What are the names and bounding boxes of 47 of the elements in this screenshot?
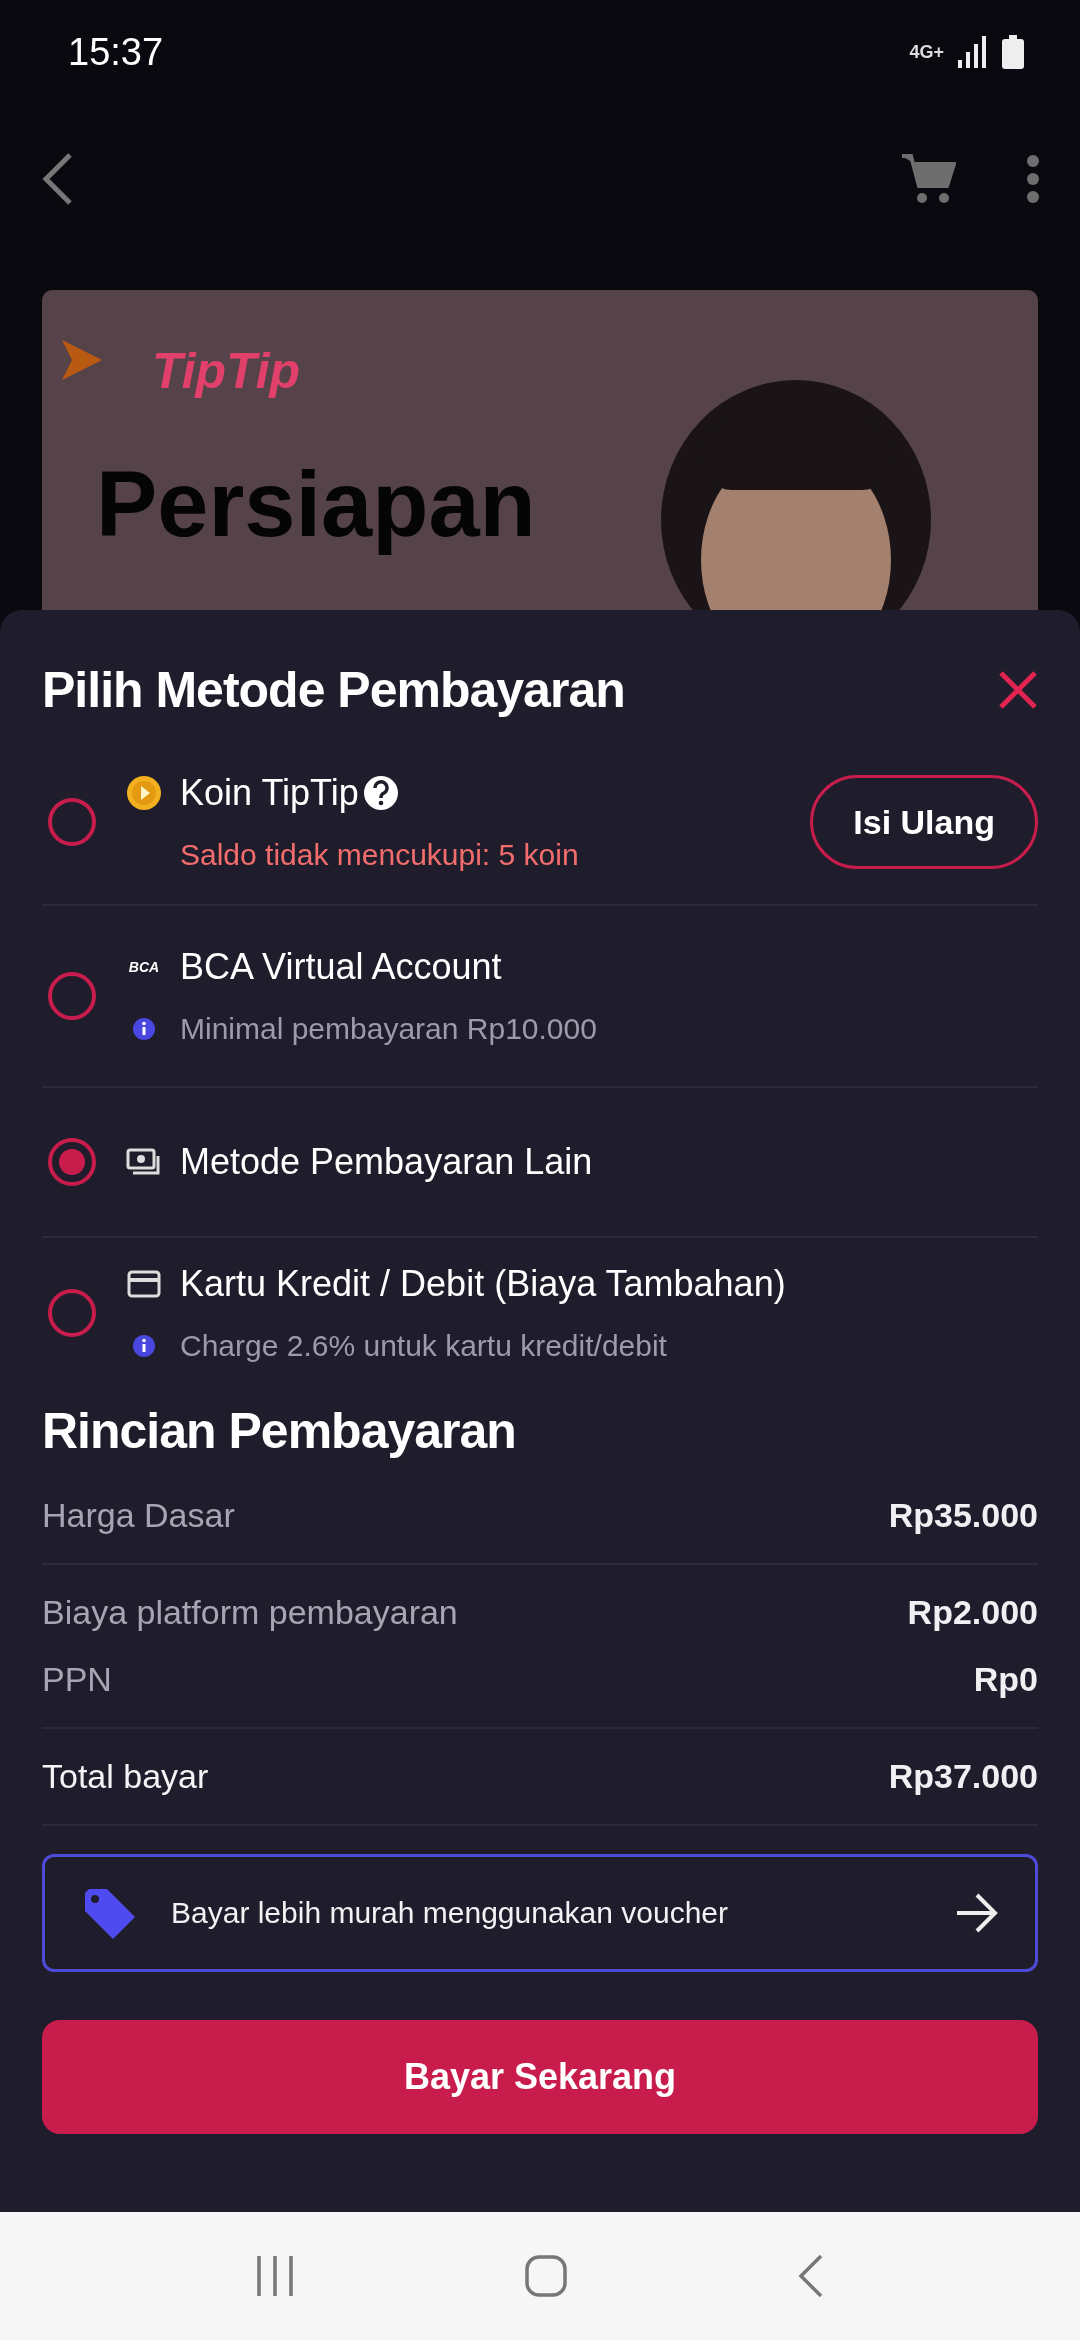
payment-option[interactable]: BCA BCA Virtual Account Minimal pembayaran Rp10.000 [42, 906, 1038, 1088]
coin-icon [126, 775, 162, 811]
method-note: Charge 2.6% untuk kartu kredit/debit [180, 1329, 667, 1363]
method-note: Saldo tidak mencukupi: 5 koin [180, 838, 579, 872]
method-label: BCA Virtual Account [180, 946, 502, 988]
method-label: Koin TipTip [180, 772, 359, 814]
price-value: Rp0 [973, 1660, 1038, 1699]
method-label: Kartu Kredit / Debit (Biaya Tambahan) [180, 1263, 786, 1305]
cart-icon[interactable] [900, 152, 956, 206]
price-value: Rp2.000 [907, 1593, 1038, 1632]
price-label: Harga Dasar [42, 1496, 235, 1535]
payment-option[interactable]: Koin TipTip Saldo tidak mencukupi: 5 koin Isi Ulang [42, 740, 1038, 906]
radio-button[interactable] [48, 972, 96, 1020]
price-label: Biaya platform pembayaran [42, 1593, 458, 1632]
payment-option[interactable]: Metode Pembayaran Lain [42, 1088, 1038, 1238]
method-label: Metode Pembayaran Lain [180, 1141, 593, 1183]
status-time: 15:37 [68, 30, 164, 74]
help-icon[interactable] [362, 775, 399, 811]
banner-title: Persiapan [96, 452, 536, 557]
arrow-icon [955, 1893, 999, 1933]
info-icon [132, 1334, 156, 1358]
brand-logo: TipTip [152, 342, 301, 400]
payment-option[interactable]: Kartu Kredit / Debit (Biaya Tambahan) Charge 2.6% untuk kartu kredit/debit [42, 1238, 1038, 1388]
radio-button[interactable] [48, 798, 96, 846]
method-note: Minimal pembayaran Rp10.000 [180, 1012, 597, 1046]
network-type: 4G+ [909, 41, 944, 63]
recents-icon[interactable] [254, 2254, 295, 2298]
cash-icon [126, 1147, 162, 1177]
refill-button[interactable]: Isi Ulang [810, 775, 1038, 869]
radio-button[interactable] [48, 1138, 96, 1186]
radio-button[interactable] [48, 1289, 96, 1337]
price-label: Total bayar [42, 1757, 209, 1796]
pay-button[interactable]: Bayar Sekarang [42, 2020, 1038, 2134]
home-icon[interactable] [524, 2254, 568, 2298]
bank-logo: BCA [128, 959, 160, 975]
price-value: Rp35.000 [888, 1496, 1038, 1535]
card-icon [127, 1270, 161, 1298]
price-label: PPN [42, 1660, 112, 1699]
price-value: Rp37.000 [888, 1757, 1038, 1796]
sheet-title: Pilih Metode Pembayaran [42, 661, 625, 719]
close-icon[interactable] [998, 670, 1038, 710]
section-title: Rincian Pembayaran [42, 1402, 517, 1460]
info-icon [132, 1017, 156, 1041]
signal-icon [958, 36, 988, 68]
battery-icon [1002, 35, 1024, 69]
more-icon[interactable] [1026, 155, 1040, 203]
voucher-button[interactable]: Bayar lebih murah menggunakan voucher [42, 1854, 1038, 1972]
